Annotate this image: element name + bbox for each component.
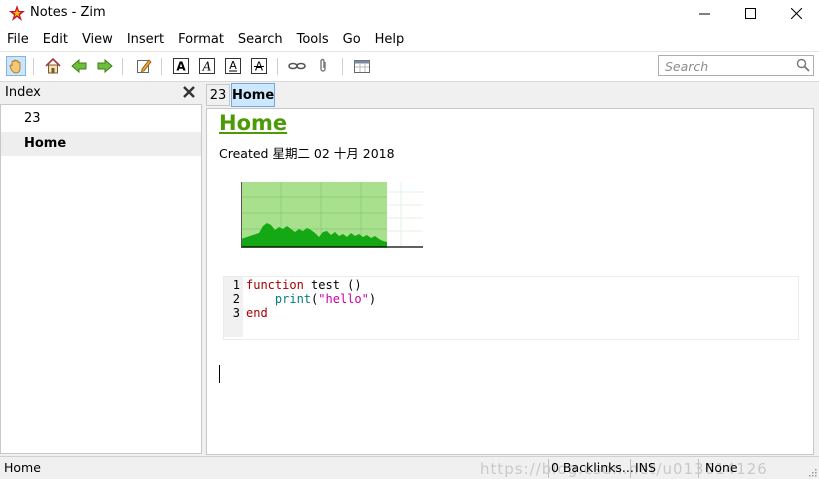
menu-search[interactable]: Search	[238, 32, 289, 47]
keyword: end	[246, 306, 268, 320]
home-icon	[45, 58, 61, 74]
link-icon	[288, 62, 306, 70]
menu-tools[interactable]: Tools	[297, 32, 335, 47]
title-bar: Notes - Zim	[0, 0, 819, 27]
calendar-icon	[354, 60, 370, 73]
attach-file-button[interactable]	[313, 56, 333, 76]
hand-icon	[9, 59, 21, 74]
index-item-23[interactable]: 23	[1, 107, 201, 131]
italic-icon: A	[199, 58, 215, 74]
backlinks-button[interactable]: 0 Backlinks...	[551, 460, 634, 475]
menu-go[interactable]: Go	[343, 32, 367, 47]
menu-edit[interactable]: Edit	[43, 32, 74, 47]
index-tree: 23 Home	[0, 104, 202, 454]
minimize-icon	[698, 13, 710, 15]
back-arrow-icon	[71, 58, 87, 74]
index-item-home[interactable]: Home	[1, 132, 201, 156]
underline-icon: A	[225, 58, 241, 74]
menu-insert[interactable]: Insert	[127, 32, 170, 47]
search-icon[interactable]	[796, 58, 810, 72]
maximize-button[interactable]	[727, 0, 773, 27]
back-button[interactable]	[69, 56, 89, 76]
window-title: Notes - Zim	[30, 5, 106, 20]
forward-arrow-icon	[97, 58, 113, 74]
index-item-label: 23	[24, 111, 41, 126]
forward-button[interactable]	[95, 56, 115, 76]
line-number: 1	[232, 278, 240, 292]
insert-mode: INS	[635, 460, 656, 475]
status-page: Home	[4, 460, 41, 475]
page-title: Home	[219, 111, 288, 135]
index-label: Index	[5, 85, 41, 100]
menu-format[interactable]: Format	[178, 32, 230, 47]
maximize-icon	[744, 8, 756, 19]
close-icon	[790, 8, 802, 19]
italic-button[interactable]: A	[197, 56, 217, 76]
code-line: print("hello")	[246, 292, 376, 306]
strike-button[interactable]: A	[249, 56, 269, 76]
edit-page-button[interactable]	[134, 56, 154, 76]
menu-help[interactable]: Help	[375, 32, 411, 47]
tab-home[interactable]: Home	[231, 83, 275, 107]
bold-icon: A	[173, 58, 189, 74]
resize-grip-icon[interactable]	[807, 467, 817, 477]
svg-text:A: A	[202, 60, 212, 74]
search-box[interactable]	[658, 55, 814, 76]
line-number: 2	[232, 292, 240, 306]
text-cursor	[219, 365, 220, 383]
home-button[interactable]	[43, 56, 63, 76]
minimize-button[interactable]	[681, 0, 727, 27]
calendar-button[interactable]	[352, 56, 372, 76]
read-only-toggle[interactable]	[6, 56, 26, 76]
attach-icon	[320, 58, 326, 72]
underline-button[interactable]: A	[223, 56, 243, 76]
close-index-icon[interactable]	[182, 85, 196, 99]
search-input[interactable]	[663, 57, 797, 76]
code-line: end	[246, 306, 268, 320]
line-number-gutter: 1 2 3	[224, 277, 243, 337]
code-paren: )	[368, 292, 377, 306]
status-bar: Home https://blog.csdn.net/u013614126 0 …	[0, 456, 819, 479]
svg-text:A: A	[176, 60, 186, 74]
svg-text:A: A	[229, 59, 237, 72]
embedded-chart-image	[241, 182, 423, 248]
index-item-label: Home	[24, 136, 67, 151]
code-line: function test ()	[246, 278, 362, 292]
keyword: function	[246, 278, 304, 292]
style-indicator[interactable]: None	[705, 460, 738, 475]
created-date: Created 星期二 02 十月 2018	[219, 146, 395, 161]
bold-button[interactable]: A	[171, 56, 191, 76]
function-name: print	[274, 292, 312, 306]
index-header: Index	[0, 82, 202, 104]
menu-bar: File Edit View Insert Format Search Tool…	[0, 27, 819, 52]
zim-app-icon	[9, 5, 25, 21]
menu-file[interactable]: File	[7, 32, 35, 47]
string-literal: "hello"	[318, 292, 369, 306]
edit-icon	[137, 59, 152, 73]
page-editor[interactable]: Home Created 星期二 02 十月 2018 1 2 3 functi…	[206, 108, 814, 455]
code-text: test ()	[303, 278, 362, 292]
close-button[interactable]	[773, 0, 819, 27]
strike-icon: A	[251, 58, 267, 74]
insert-link-button[interactable]	[287, 56, 307, 76]
tab-23[interactable]: 23	[206, 84, 230, 106]
line-number: 3	[232, 306, 240, 320]
code-block[interactable]: 1 2 3 function test () print("hello") en…	[223, 276, 799, 340]
menu-view[interactable]: View	[82, 32, 119, 47]
